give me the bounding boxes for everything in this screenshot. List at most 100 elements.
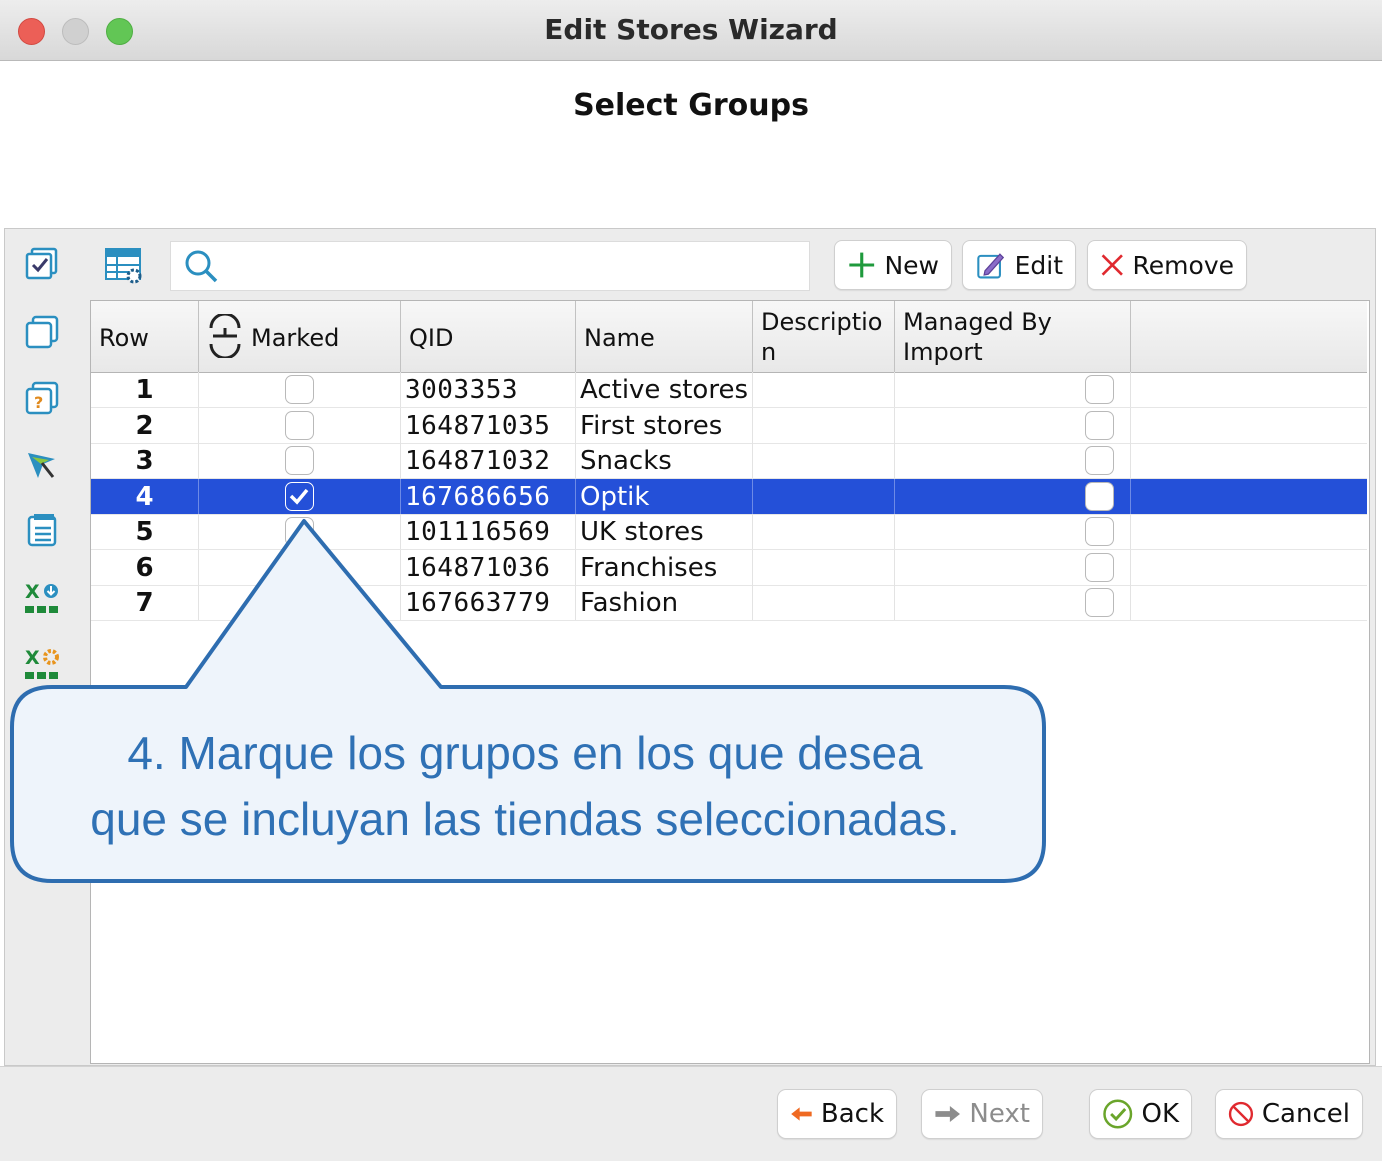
checkmark-icon xyxy=(289,488,309,505)
remove-button-label: Remove xyxy=(1132,250,1234,280)
ok-button[interactable]: OK xyxy=(1089,1089,1192,1139)
marked-checkbox[interactable] xyxy=(285,375,314,404)
marked-cell xyxy=(199,514,401,549)
table-settings-icon[interactable] xyxy=(104,246,144,286)
cursor-select-icon[interactable] xyxy=(22,444,62,484)
marked-cell xyxy=(199,443,401,478)
column-header-description-line2: n xyxy=(761,338,777,366)
window-titlebar: Edit Stores Wizard xyxy=(0,0,1382,61)
column-header-row[interactable]: Row xyxy=(91,301,199,372)
qid-cell: 164871035 xyxy=(401,407,576,443)
table-row[interactable]: 3 164871032 Snacks xyxy=(91,443,1367,479)
empty-cell xyxy=(1131,479,1367,514)
table-row[interactable]: 5 101116569 UK stores xyxy=(91,514,1367,550)
description-cell xyxy=(753,443,895,478)
description-cell xyxy=(753,372,895,407)
excel-settings-icon[interactable]: X xyxy=(22,644,62,684)
svg-text:X: X xyxy=(25,581,40,603)
row-number: 4 xyxy=(91,478,199,514)
cancel-circle-icon xyxy=(1228,1101,1254,1127)
managed-by-import-checkbox[interactable] xyxy=(1085,410,1114,440)
qid-cell: 3003353 xyxy=(401,372,576,407)
managed-cell xyxy=(895,585,1131,620)
managed-by-import-checkbox[interactable] xyxy=(1085,517,1114,546)
description-cell xyxy=(753,514,895,549)
svg-text:X: X xyxy=(25,647,40,669)
marked-checkbox[interactable] xyxy=(285,588,314,617)
qid-cell: 164871032 xyxy=(401,443,576,478)
marked-checkbox[interactable] xyxy=(285,446,314,475)
table-row[interactable]: 1 3003353 Active stores xyxy=(91,372,1367,408)
name-cell: UK stores xyxy=(576,514,753,549)
qid-cell: 167686656 xyxy=(401,478,576,514)
description-cell xyxy=(753,478,895,514)
new-button[interactable]: New xyxy=(834,240,952,290)
managed-cell xyxy=(895,407,1131,443)
new-button-label: New xyxy=(884,250,939,280)
managed-by-import-checkbox[interactable] xyxy=(1085,552,1114,582)
managed-cell xyxy=(895,514,1131,549)
help-copy-icon[interactable]: ? xyxy=(22,378,62,418)
column-header-name[interactable]: Name xyxy=(576,301,753,372)
managed-cell xyxy=(895,478,1131,514)
marked-checkbox[interactable] xyxy=(285,517,314,546)
table-header: Row Marked QID Name Descriptio n Managed… xyxy=(91,301,1367,373)
edit-button-label: Edit xyxy=(1014,250,1063,280)
managed-by-import-checkbox[interactable] xyxy=(1085,588,1114,617)
qid-cell: 164871036 xyxy=(401,549,576,585)
name-cell: Active stores xyxy=(576,372,753,407)
description-cell xyxy=(753,407,895,443)
managed-by-import-checkbox[interactable] xyxy=(1085,446,1114,475)
column-header-description[interactable]: Descriptio n xyxy=(753,301,895,372)
callout-text: 4. Marque los grupos en los que desea qu… xyxy=(30,720,1020,852)
duplicate-icon[interactable] xyxy=(22,312,62,352)
name-cell: Franchises xyxy=(576,549,753,585)
plus-icon xyxy=(849,252,875,278)
remove-button[interactable]: Remove xyxy=(1087,240,1247,290)
column-header-name-label: Name xyxy=(584,324,655,352)
table-row[interactable]: 7 167663779 Fashion xyxy=(91,585,1367,621)
table-row[interactable]: 4 167686656 Optik xyxy=(91,478,1367,515)
empty-cell xyxy=(1131,372,1367,407)
row-number: 2 xyxy=(91,407,199,443)
column-header-marked[interactable]: Marked xyxy=(199,301,401,372)
search-icon xyxy=(185,250,218,283)
svg-text:?: ? xyxy=(34,393,43,412)
arrow-right-icon xyxy=(935,1106,960,1122)
x-icon xyxy=(1101,254,1123,276)
marked-checkbox[interactable] xyxy=(285,481,314,511)
check-circle-icon xyxy=(1103,1099,1133,1129)
managed-by-import-checkbox[interactable] xyxy=(1085,481,1114,511)
check-list-icon[interactable] xyxy=(22,244,62,284)
managed-by-import-checkbox[interactable] xyxy=(1085,375,1114,404)
managed-cell xyxy=(895,443,1131,478)
cancel-button[interactable]: Cancel xyxy=(1215,1089,1363,1139)
ok-button-label: OK xyxy=(1141,1099,1179,1129)
column-header-description-line1: Descriptio xyxy=(761,308,883,336)
table-row[interactable]: 6 164871036 Franchises xyxy=(91,549,1367,586)
column-header-managed-line1: Managed By xyxy=(903,308,1052,336)
name-cell: Snacks xyxy=(576,443,753,478)
callout-line-1: 4. Marque los grupos en los que desea xyxy=(127,727,923,779)
table-row[interactable]: 2 164871035 First stores xyxy=(91,407,1367,444)
clipboard-list-icon[interactable] xyxy=(22,510,62,550)
column-header-managed-by-import[interactable]: Managed By Import xyxy=(895,301,1131,372)
export-excel-icon[interactable]: X xyxy=(22,578,62,618)
edit-pencil-icon xyxy=(977,253,1005,279)
column-header-managed-line2: Import xyxy=(903,338,983,366)
back-button[interactable]: Back xyxy=(777,1089,897,1139)
edit-button[interactable]: Edit xyxy=(962,240,1076,290)
groups-table: Row Marked QID Name Descriptio n Managed… xyxy=(90,300,1370,1064)
description-cell xyxy=(753,585,895,620)
marked-checkbox[interactable] xyxy=(285,552,314,582)
name-cell: Fashion xyxy=(576,585,753,620)
empty-cell xyxy=(1131,550,1367,585)
marked-cell xyxy=(199,478,401,514)
back-button-label: Back xyxy=(820,1099,884,1129)
name-cell: Optik xyxy=(576,478,753,514)
column-header-qid[interactable]: QID xyxy=(401,301,576,372)
next-button[interactable]: Next xyxy=(921,1089,1043,1139)
marked-cell xyxy=(199,549,401,585)
search-input[interactable] xyxy=(170,241,810,291)
marked-checkbox[interactable] xyxy=(285,410,314,440)
